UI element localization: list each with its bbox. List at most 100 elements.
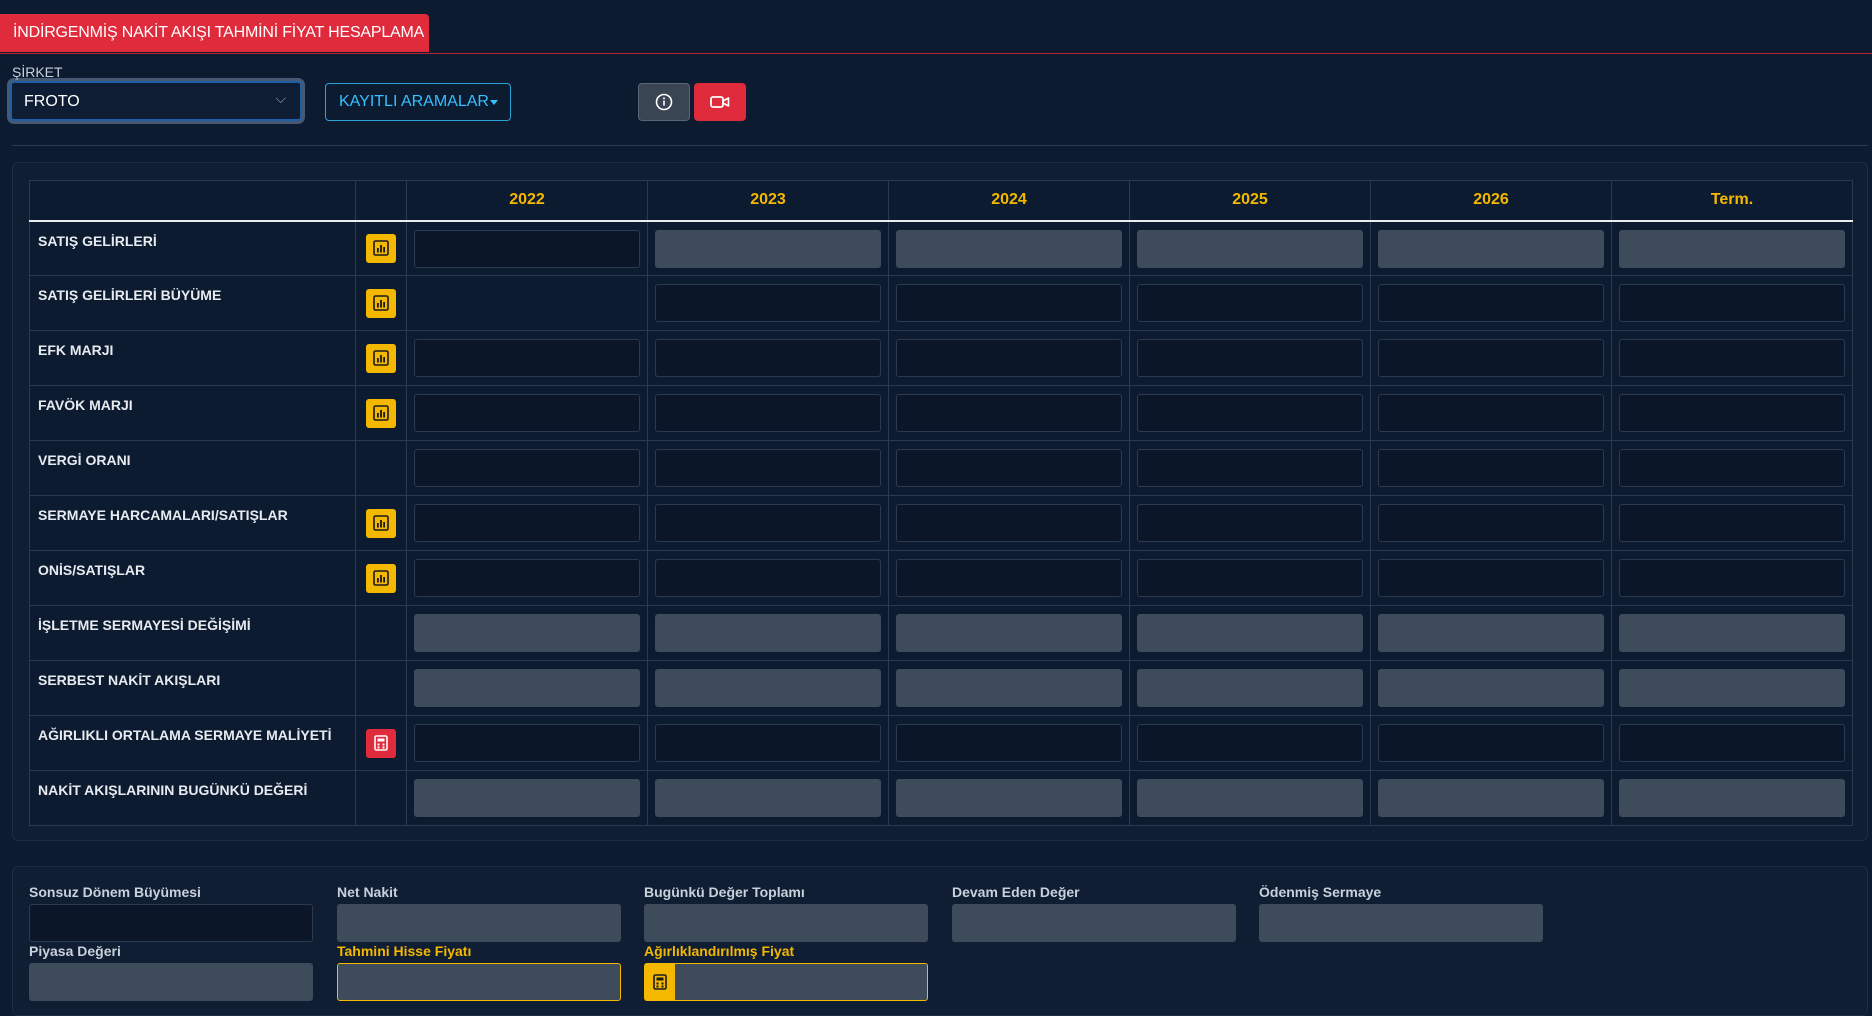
- est-share-price-label: Tahmini Hisse Fiyatı: [337, 943, 472, 959]
- cell-input[interactable]: [896, 339, 1122, 377]
- cell-input[interactable]: [1378, 394, 1604, 432]
- cell-input[interactable]: [414, 504, 640, 542]
- chart-icon[interactable]: [366, 398, 396, 428]
- table-cell: [888, 385, 1130, 441]
- table-cell: [1611, 715, 1853, 771]
- cell-input[interactable]: [1137, 284, 1363, 322]
- row-icon-cell: [355, 660, 407, 716]
- cell-input[interactable]: [414, 724, 640, 762]
- table-row: EFK MARJI: [29, 330, 1853, 386]
- readonly-cell-field: [1619, 669, 1845, 707]
- cell-input[interactable]: [1378, 284, 1604, 322]
- cell-input[interactable]: [414, 394, 640, 432]
- cell-input[interactable]: [1137, 449, 1363, 487]
- row-icon-cell: [355, 605, 407, 661]
- cell-input[interactable]: [1378, 339, 1604, 377]
- cell-input[interactable]: [896, 449, 1122, 487]
- net-cash-field: [337, 904, 621, 942]
- table-cell: [647, 440, 889, 496]
- table-cell: [1129, 660, 1371, 716]
- caret-down-icon: [490, 100, 498, 105]
- cell-input[interactable]: [655, 339, 881, 377]
- cell-input[interactable]: [1378, 724, 1604, 762]
- readonly-cell-field: [655, 669, 881, 707]
- info-button[interactable]: [638, 83, 690, 121]
- table-cell: [1129, 770, 1371, 826]
- cell-input[interactable]: [1137, 339, 1363, 377]
- table-cell: [1370, 660, 1612, 716]
- table-cell: [406, 605, 648, 661]
- cell-input[interactable]: [655, 724, 881, 762]
- cell-input[interactable]: [1619, 559, 1845, 597]
- cell-input[interactable]: [896, 394, 1122, 432]
- cell-input[interactable]: [896, 559, 1122, 597]
- table-cell: [647, 715, 889, 771]
- terminal-growth-input[interactable]: [29, 904, 313, 942]
- cell-input[interactable]: [1137, 559, 1363, 597]
- cell-input[interactable]: [1619, 449, 1845, 487]
- row-icon-cell: [355, 440, 407, 496]
- readonly-cell-field: [1378, 779, 1604, 817]
- row-label: NAKİT AKIŞLARININ BUGÜNKÜ DEĞERİ: [29, 770, 356, 826]
- table-cell: [1129, 220, 1371, 276]
- table-cell: [406, 715, 648, 771]
- chart-icon[interactable]: [366, 288, 396, 318]
- row-label: ONİS/SATIŞLAR: [29, 550, 356, 606]
- column-header-2024: 2024: [888, 180, 1130, 222]
- cell-input[interactable]: [655, 449, 881, 487]
- cell-input[interactable]: [414, 229, 640, 268]
- market-value-label: Piyasa Değeri: [29, 943, 121, 959]
- cell-input[interactable]: [1137, 394, 1363, 432]
- table-cell: [888, 440, 1130, 496]
- cell-input[interactable]: [1619, 504, 1845, 542]
- table-row: FAVÖK MARJI: [29, 385, 1853, 441]
- column-header-term: Term.: [1611, 180, 1853, 222]
- table-cell: [888, 220, 1130, 276]
- cell-input[interactable]: [414, 449, 640, 487]
- row-label: EFK MARJI: [29, 330, 356, 386]
- chart-icon[interactable]: [366, 563, 396, 593]
- chart-icon[interactable]: [366, 233, 396, 263]
- cell-input[interactable]: [896, 724, 1122, 762]
- cell-input[interactable]: [414, 339, 640, 377]
- cell-input[interactable]: [1619, 284, 1845, 322]
- cell-input[interactable]: [1378, 504, 1604, 542]
- chart-icon[interactable]: [366, 343, 396, 373]
- saved-searches-dropdown[interactable]: KAYITLI ARAMALAR: [325, 83, 511, 121]
- cell-input[interactable]: [655, 504, 881, 542]
- title-divider: [0, 53, 1872, 54]
- cell-input[interactable]: [1619, 339, 1845, 377]
- cell-input[interactable]: [1619, 394, 1845, 432]
- readonly-cell-field: [896, 779, 1122, 817]
- table-row: NAKİT AKIŞLARININ BUGÜNKÜ DEĞERİ: [29, 770, 1853, 826]
- cell-input[interactable]: [896, 284, 1122, 322]
- cell-input[interactable]: [655, 284, 881, 322]
- table-row: SATIŞ GELİRLERİ: [29, 220, 1853, 276]
- readonly-cell-field: [655, 229, 881, 268]
- company-select[interactable]: FROTO ⌵: [10, 81, 302, 121]
- cell-input[interactable]: [1137, 504, 1363, 542]
- cell-input[interactable]: [1137, 724, 1363, 762]
- cell-input[interactable]: [655, 559, 881, 597]
- chart-icon[interactable]: [366, 508, 396, 538]
- cell-input[interactable]: [1619, 724, 1845, 762]
- video-button[interactable]: [694, 83, 746, 121]
- table-cell: [406, 660, 648, 716]
- table-cell: [1611, 330, 1853, 386]
- column-header-2026: 2026: [1370, 180, 1612, 222]
- calculator-icon[interactable]: [366, 728, 396, 758]
- readonly-cell-field: [1378, 669, 1604, 707]
- info-icon: [655, 93, 673, 111]
- cell-input[interactable]: [414, 559, 640, 597]
- readonly-cell-field: [1619, 614, 1845, 652]
- cell-input[interactable]: [655, 394, 881, 432]
- table-cell: [1129, 440, 1371, 496]
- cell-input[interactable]: [1378, 449, 1604, 487]
- cell-input[interactable]: [1378, 559, 1604, 597]
- row-label: FAVÖK MARJI: [29, 385, 356, 441]
- weighted-price-calc-button[interactable]: [645, 964, 675, 1000]
- row-icon-cell: [355, 550, 407, 606]
- table-cell: [406, 220, 648, 276]
- weighted-price-label: Ağırlıklandırılmış Fiyat: [644, 943, 795, 959]
- cell-input[interactable]: [896, 504, 1122, 542]
